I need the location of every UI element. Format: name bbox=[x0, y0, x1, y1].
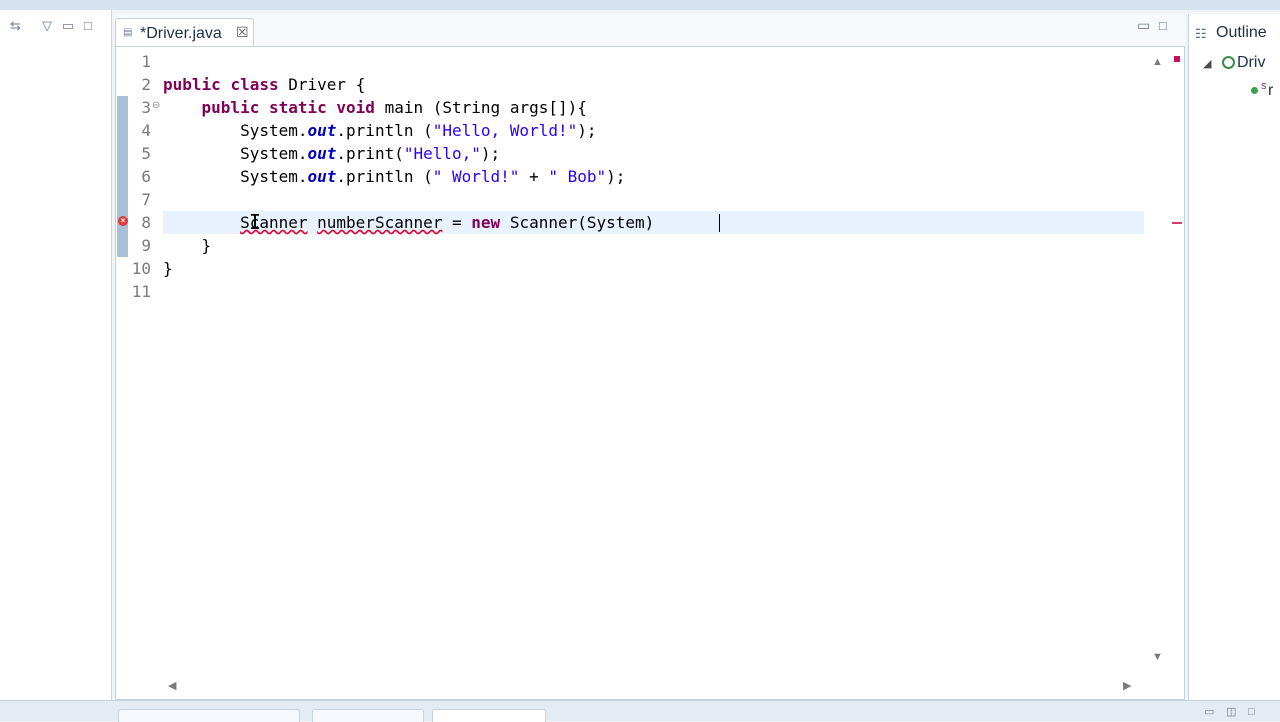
public-method-icon bbox=[1251, 87, 1258, 94]
editor-tab-driver[interactable]: ▤ *Driver.java ☒ bbox=[115, 18, 254, 47]
method-signature-end: []){ bbox=[548, 98, 587, 117]
statement-end: ); bbox=[480, 144, 501, 163]
java-file-icon: ▤ bbox=[123, 27, 133, 38]
overview-ruler[interactable] bbox=[1170, 48, 1183, 671]
code-line-8[interactable]: Scanner numberScanner = new Scanner(Syst… bbox=[163, 211, 654, 234]
vertical-scrollbar[interactable]: ▲ ▼ bbox=[1146, 48, 1170, 671]
link-with-editor-icon[interactable]: ⇆ bbox=[10, 19, 21, 33]
class-name: Driver bbox=[288, 75, 347, 94]
string-literal: "Hello, World!" bbox=[432, 121, 578, 140]
line-number: 7 bbox=[141, 190, 151, 209]
brace: { bbox=[355, 75, 366, 94]
system-class: System. bbox=[240, 121, 308, 140]
outline-item-method[interactable]: r bbox=[1268, 82, 1273, 100]
bottom-tab[interactable] bbox=[118, 709, 300, 722]
bottom-tab-active[interactable] bbox=[432, 709, 546, 722]
outline-panel: ☷ Outline ◢ Driv S r bbox=[1188, 14, 1280, 700]
constructor-call: Scanner(System) bbox=[500, 213, 655, 232]
operator: + bbox=[519, 167, 549, 186]
statement-end: ); bbox=[577, 121, 597, 140]
variable-name-error: numberScanner bbox=[317, 213, 443, 232]
line-number: 5 bbox=[141, 144, 151, 163]
maximize-icon[interactable]: □ bbox=[1248, 705, 1255, 719]
editor-tab-bar: ▤ *Driver.java ☒ ▭ □ bbox=[115, 14, 1185, 47]
brace: } bbox=[201, 236, 212, 255]
code-line-3[interactable]: public static void main (String args[]){ bbox=[163, 96, 587, 119]
field-out: out bbox=[307, 144, 337, 163]
minimize-icon[interactable]: ▭ bbox=[1204, 705, 1214, 719]
close-icon[interactable]: ☒ bbox=[236, 24, 249, 41]
editor-tab-label: *Driver.java bbox=[140, 25, 222, 42]
keyword: static bbox=[268, 98, 327, 117]
maximize-icon[interactable]: □ bbox=[84, 19, 92, 33]
line-number: 3 bbox=[141, 98, 151, 117]
minimize-icon[interactable]: ▭ bbox=[62, 19, 74, 33]
string-literal: " Bob" bbox=[548, 167, 607, 186]
outline-title[interactable]: Outline bbox=[1216, 24, 1267, 42]
bottom-panel-strip: ▭ ◫ □ bbox=[0, 700, 1280, 722]
keyword: new bbox=[471, 213, 501, 232]
bottom-tab[interactable] bbox=[312, 709, 424, 722]
keyword: public bbox=[201, 98, 260, 117]
keyword: public bbox=[163, 75, 221, 94]
field-out: out bbox=[307, 167, 337, 186]
code-line-9[interactable]: } bbox=[163, 234, 212, 257]
keyword: void bbox=[336, 98, 375, 117]
method-call: .println ( bbox=[336, 167, 433, 186]
code-line-6[interactable]: System.out.println (" World!" + " Bob"); bbox=[163, 165, 625, 188]
string-literal: "Hello," bbox=[403, 144, 481, 163]
keyword: class bbox=[230, 75, 279, 94]
code-line-5[interactable]: System.out.print("Hello,"); bbox=[163, 142, 500, 165]
code-line-4[interactable]: System.out.println ("Hello, World!"); bbox=[163, 119, 597, 142]
error-annotation-marker[interactable] bbox=[1172, 222, 1182, 224]
error-icon[interactable]: × bbox=[118, 216, 128, 226]
system-class: System. bbox=[240, 167, 308, 186]
minimize-icon[interactable]: ▭ bbox=[1137, 17, 1150, 34]
code-line-10[interactable]: } bbox=[163, 257, 173, 280]
field-out: out bbox=[307, 121, 337, 140]
method-call: .println ( bbox=[336, 121, 433, 140]
outline-icon: ☷ bbox=[1195, 26, 1207, 41]
line-number: 1 bbox=[141, 52, 151, 71]
outline-item-class[interactable]: Driv bbox=[1237, 54, 1265, 72]
scroll-right-icon[interactable]: ▶ bbox=[1123, 679, 1131, 692]
error-summary-marker[interactable] bbox=[1174, 56, 1180, 62]
restore-icon[interactable]: ◫ bbox=[1226, 705, 1236, 719]
line-number: 11 bbox=[131, 282, 151, 301]
brace: } bbox=[163, 259, 173, 278]
left-panel: ⇆ ▽ ▭ □ bbox=[0, 10, 112, 720]
view-menu-chevron-icon[interactable]: ▽ bbox=[42, 19, 52, 33]
scroll-down-icon[interactable]: ▼ bbox=[1152, 651, 1163, 663]
line-number: 2 bbox=[141, 75, 151, 94]
tree-expand-arrow-icon[interactable]: ◢ bbox=[1203, 57, 1211, 70]
method-signature: main (String bbox=[384, 98, 510, 117]
text-caret bbox=[719, 214, 720, 232]
method-call: .print( bbox=[336, 144, 404, 163]
parameter-name: args bbox=[509, 98, 549, 117]
collapse-icon[interactable]: ⊖ bbox=[152, 100, 160, 111]
scroll-up-icon[interactable]: ▲ bbox=[1152, 56, 1163, 68]
line-number: 10 bbox=[131, 259, 151, 278]
line-number: 9 bbox=[141, 236, 151, 255]
code-line-2[interactable]: public class Driver { bbox=[163, 73, 365, 96]
maximize-icon[interactable]: □ bbox=[1159, 18, 1167, 33]
line-number: 4 bbox=[141, 121, 151, 140]
window-top-border bbox=[0, 0, 1280, 10]
system-class: System. bbox=[240, 144, 308, 163]
line-number: 6 bbox=[141, 167, 151, 186]
string-literal: " World!" bbox=[432, 167, 520, 186]
scroll-left-icon[interactable]: ◀ bbox=[168, 679, 176, 692]
ibeam-cursor-icon: I bbox=[249, 210, 262, 234]
statement-end: ); bbox=[606, 167, 626, 186]
horizontal-scrollbar[interactable]: ◀ ▶ bbox=[162, 676, 1144, 696]
operator: = bbox=[442, 213, 472, 232]
static-overlay-icon: S bbox=[1261, 82, 1267, 91]
class-icon bbox=[1222, 56, 1235, 69]
